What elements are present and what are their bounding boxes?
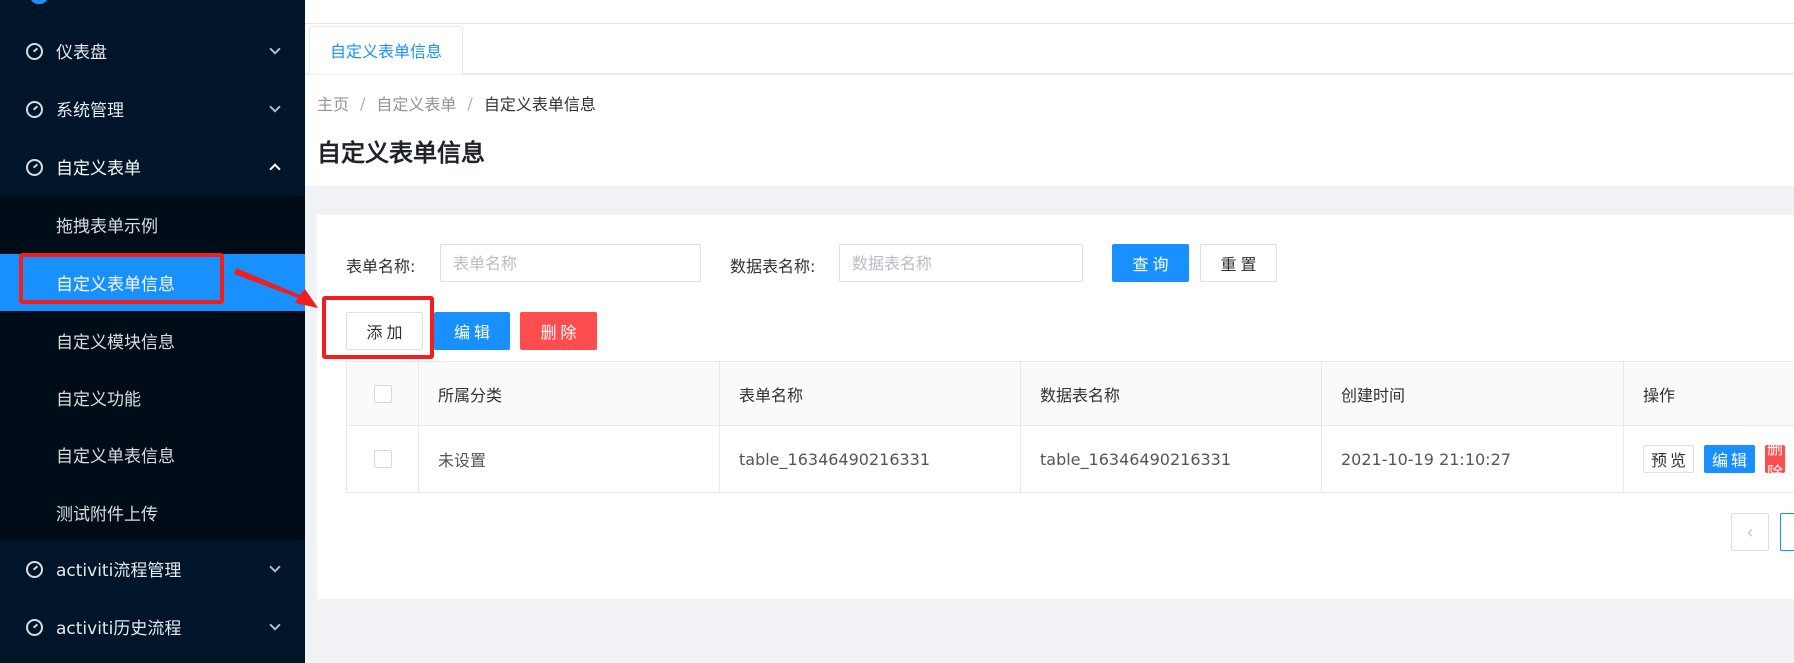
main-content: 自定义表单信息 主页 / 自定义表单 / 自定义表单信息 自定义表单信息 表单名… [305,0,1794,663]
cell-form-name: table_16346490216331 [720,426,1021,492]
submenu-item-custom-module-info[interactable]: 自定义模块信息 [0,312,305,369]
delete-button[interactable]: 删除 [520,312,597,350]
dashboard-icon [26,158,43,176]
row-preview-button[interactable]: 预览 [1643,445,1695,473]
edit-button[interactable]: 编辑 [434,312,510,350]
menu-item-label: 系统管理 [56,101,124,121]
dashboard-icon [26,618,43,636]
column-header-actions: 操作 [1643,385,1676,405]
submenu-custom-form: 拖拽表单示例 自定义表单信息 自定义模块信息 自定义功能 自定义单表信息 测试附… [0,196,305,540]
cell-created-time: 2021-10-19 21:10:27 [1322,426,1624,492]
logo-icon [30,0,48,4]
tab-bar: 自定义表单信息 [305,24,1794,74]
top-header [305,0,1794,24]
submenu-item-custom-function[interactable]: 自定义功能 [0,369,305,426]
breadcrumb-current: 自定义表单信息 [483,95,596,114]
row-checkbox[interactable] [373,450,392,468]
submenu-item-label: 自定义功能 [56,390,141,410]
query-button[interactable]: 查询 [1112,244,1189,282]
submenu-item-drag-form-example[interactable]: 拖拽表单示例 [0,196,305,253]
column-header-created-time[interactable]: 创建时间 [1322,362,1624,425]
form-name-input[interactable] [440,244,701,282]
menu-item-label: 自定义表单 [56,159,141,179]
column-header-table-name[interactable]: 数据表名称 [1021,362,1322,425]
row-delete-button[interactable]: 删除 [1765,439,1786,482]
pagination-prev-button[interactable]: ‹ [1731,513,1769,551]
page-title: 自定义表单信息 [317,139,485,167]
row-select-cell [347,426,419,492]
sidebar-logo-area [0,0,305,16]
chevron-down-icon [269,42,281,55]
cell-table-name: table_16346490216331 [1021,426,1322,492]
menu-item-activiti-process[interactable]: activiti流程管理 [0,540,305,597]
breadcrumb: 主页 / 自定义表单 / 自定义表单信息 [317,91,596,115]
chevron-down-icon [269,618,281,631]
submenu-item-attachment-upload-test[interactable]: 测试附件上传 [0,484,305,541]
select-all-checkbox[interactable] [373,384,392,403]
menu-item-label: activiti历史流程 [56,619,182,639]
form-name-label: 表单名称: [346,257,416,276]
column-header-category[interactable]: 所属分类 [419,362,720,425]
annotation-highlight-add-button [322,296,434,359]
pagination-page-1[interactable]: 1 [1780,513,1794,551]
dashboard-icon [26,560,43,578]
sidebar: 仪表盘 系统管理 自定义表单 拖拽表单示例 自定义表单信息 自定义模块信息 自定… [0,0,305,663]
cell-actions: 预览 编辑 删除 [1624,426,1794,492]
annotation-highlight-submenu [19,253,224,304]
dashboard-icon [26,100,43,118]
submenu-item-label: 测试附件上传 [56,505,158,525]
menu-item-label: activiti流程管理 [56,561,182,581]
table-row: 未设置 table_16346490216331 table_163464902… [347,426,1794,493]
table-name-input[interactable] [839,244,1083,282]
table-header-row: 所属分类 表单名称 数据表名称 创建时间 操作 [347,362,1794,426]
table-name-label: 数据表名称: [730,257,816,276]
content-card: 表单名称: 数据表名称: 查询 重置 添加 编辑 删除 所属分类 表单名称 数据… [317,215,1794,599]
submenu-item-label: 拖拽表单示例 [56,217,158,237]
chevron-up-icon [269,162,281,175]
page-header: 主页 / 自定义表单 / 自定义表单信息 自定义表单信息 [305,75,1794,186]
tab-label: 自定义表单信息 [330,42,443,61]
chevron-down-icon [269,560,281,573]
chevron-left-icon: ‹ [1746,521,1754,543]
breadcrumb-separator: / [467,93,473,113]
menu-item-activiti-history[interactable]: activiti历史流程 [0,598,305,655]
menu-item-label: 仪表盘 [56,43,107,63]
tab-custom-form-info[interactable]: 自定义表单信息 [309,26,464,74]
menu-item-dashboard[interactable]: 仪表盘 [0,22,305,79]
breadcrumb-custom-form[interactable]: 自定义表单 [376,91,456,115]
form-info-table: 所属分类 表单名称 数据表名称 创建时间 操作 未设置 table_163464… [346,361,1794,493]
dashboard-icon [26,42,43,60]
submenu-item-label: 自定义模块信息 [56,333,175,353]
reset-button[interactable]: 重置 [1200,244,1277,282]
breadcrumb-separator: / [360,93,366,113]
row-edit-button[interactable]: 编辑 [1704,445,1756,473]
cell-category: 未设置 [419,426,720,492]
breadcrumb-home[interactable]: 主页 [317,91,349,115]
menu-item-system-management[interactable]: 系统管理 [0,80,305,137]
menu-item-custom-form[interactable]: 自定义表单 [0,138,305,195]
submenu-item-custom-single-table[interactable]: 自定义单表信息 [0,426,305,483]
chevron-down-icon [269,100,281,113]
submenu-item-label: 自定义单表信息 [56,447,175,467]
app-window: 仪表盘 系统管理 自定义表单 拖拽表单示例 自定义表单信息 自定义模块信息 自定… [0,0,1794,663]
column-header-form-name[interactable]: 表单名称 [720,362,1021,425]
header-select-all-cell [347,362,419,425]
